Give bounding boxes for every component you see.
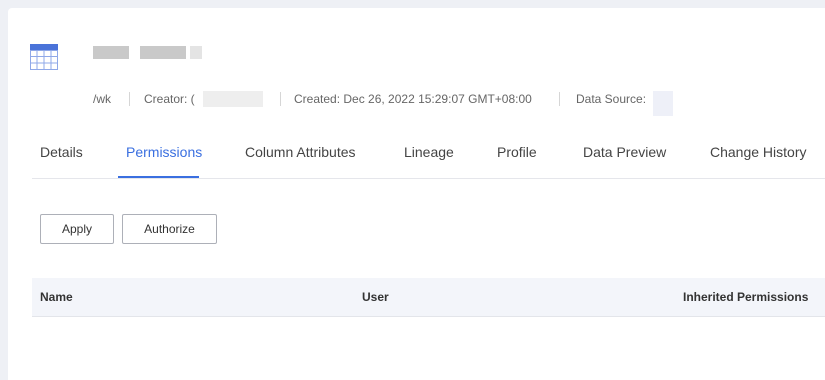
apply-button[interactable]: Apply: [40, 214, 114, 244]
meta-separator: [129, 92, 130, 106]
table-name-redacted: [93, 46, 129, 59]
column-header-user[interactable]: User: [362, 290, 389, 304]
active-tab-indicator: [118, 176, 199, 178]
tab-data-preview[interactable]: Data Preview: [583, 144, 666, 160]
table-name-redacted: [140, 46, 186, 59]
column-header-inherited-permissions[interactable]: Inherited Permissions: [683, 290, 808, 304]
data-source-redacted: [653, 91, 673, 116]
tab-details[interactable]: Details: [40, 144, 83, 160]
created-label: Created: Dec 26, 2022 15:29:07 GMT+08:00: [294, 92, 532, 106]
column-header-name[interactable]: Name: [40, 290, 73, 304]
creator-redacted: [203, 91, 263, 107]
permissions-table-header: Name User Inherited Permissions: [32, 278, 825, 317]
table-name-redacted: [190, 46, 202, 59]
meta-separator: [559, 92, 560, 106]
path-label: /wk: [93, 92, 111, 106]
table-icon: [30, 44, 58, 70]
table-detail-card: [8, 8, 825, 380]
creator-label: Creator: (: [144, 92, 195, 106]
data-source-label: Data Source:: [576, 92, 647, 106]
authorize-button[interactable]: Authorize: [122, 214, 217, 244]
tab-lineage[interactable]: Lineage: [404, 144, 454, 160]
tab-profile[interactable]: Profile: [497, 144, 537, 160]
tab-permissions[interactable]: Permissions: [126, 144, 202, 160]
meta-separator: [280, 92, 281, 106]
tab-change-history[interactable]: Change History: [710, 144, 807, 160]
tab-column-attributes[interactable]: Column Attributes: [245, 144, 356, 160]
tabs-divider: [32, 178, 825, 179]
